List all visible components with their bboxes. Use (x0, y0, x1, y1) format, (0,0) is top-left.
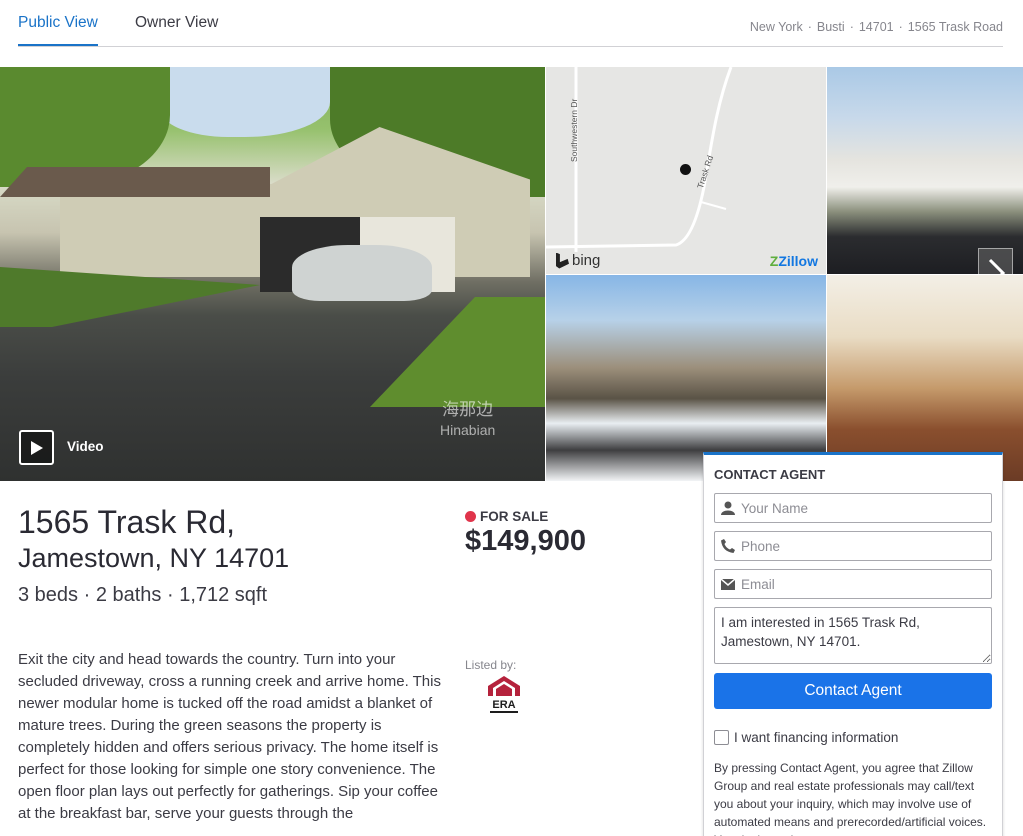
email-input[interactable] (741, 576, 981, 592)
phone-field[interactable] (714, 531, 992, 561)
financing-checkbox[interactable] (714, 730, 729, 745)
photo-gallery: 海那边 Hinabian Video Southwestern Dr Trask… (0, 67, 1023, 481)
watermark-cn: 海那边 (442, 400, 494, 419)
financing-label[interactable]: I want financing information (734, 730, 898, 745)
play-icon (30, 440, 43, 455)
chevron-right-icon (988, 258, 1005, 274)
breadcrumb-zip[interactable]: 14701 (859, 20, 894, 34)
financing-option[interactable]: I want financing information (714, 730, 898, 745)
map-road-label-southwestern: Southwestern Dr (569, 98, 579, 162)
breadcrumb-city[interactable]: Busti (817, 20, 845, 34)
bing-text: bing (572, 252, 601, 269)
person-icon (721, 501, 735, 515)
play-video-button[interactable] (19, 430, 54, 465)
contact-disclaimer: By pressing Contact Agent, you agree tha… (714, 761, 987, 836)
contact-agent-button[interactable]: Contact Agent (714, 673, 992, 709)
zillow-logo: ZZillow (770, 253, 818, 269)
bing-logo: bing (556, 252, 600, 269)
breadcrumb-state[interactable]: New York (750, 20, 803, 34)
status-dot-icon (465, 511, 476, 522)
photo-lawn-right (370, 297, 545, 407)
message-textarea[interactable]: I am interested in 1565 Trask Rd, Jamest… (714, 607, 992, 664)
tab-public-view[interactable]: Public View (18, 14, 98, 46)
photo-roof (0, 167, 270, 197)
contact-agent-panel: CONTACT AGENT I am interested in 1565 Tr… (703, 452, 1003, 836)
gallery-next-button[interactable] (978, 248, 1013, 274)
main-photo[interactable]: 海那边 Hinabian Video (0, 67, 545, 481)
era-text: ERA (492, 699, 515, 711)
name-field[interactable] (714, 493, 992, 523)
address-city: Jamestown, NY 14701 (18, 543, 290, 573)
watermark: 海那边 Hinabian (440, 400, 495, 440)
video-label[interactable]: Video (67, 439, 104, 454)
photo-thumbnail-driveway[interactable] (546, 275, 826, 481)
status-text: FOR SALE (480, 509, 549, 524)
photo-sky (160, 67, 330, 137)
listing-price: $149,900 (465, 525, 586, 557)
phone-icon (721, 539, 735, 553)
name-input[interactable] (741, 500, 981, 516)
listed-by-label: Listed by: (465, 658, 517, 672)
photo-thumbnail-interior[interactable] (827, 275, 1023, 481)
tab-owner-view[interactable]: Owner View (135, 14, 218, 44)
view-tabs: Public View Owner View New York · Busti · 14… (18, 0, 1003, 47)
watermark-en: Hinabian (440, 422, 496, 438)
photo-car (292, 245, 432, 301)
home-facts: 3 beds · 2 baths · 1,712 sqft (18, 584, 268, 606)
breadcrumb-address: 1565 Trask Road (907, 20, 1003, 34)
era-broker-logo[interactable]: ERA (488, 676, 520, 716)
breadcrumb: New York · Busti · 14701 · 1565 Trask Road (749, 20, 1003, 34)
address-street: 1565 Trask Rd, (18, 504, 235, 540)
bing-icon (556, 252, 569, 269)
map-thumbnail[interactable]: Southwestern Dr Trask Rd bing ZZillow (546, 67, 826, 274)
envelope-icon (721, 578, 735, 590)
email-field[interactable] (714, 569, 992, 599)
listing-description: Exit the city and head towards the count… (18, 651, 441, 822)
zillow-text: Zillow (778, 253, 818, 269)
map-location-pin (680, 164, 691, 175)
contact-title: CONTACT AGENT (714, 467, 826, 482)
status-badge: FOR SALE (465, 509, 548, 524)
phone-input[interactable] (741, 538, 981, 554)
photo-thumbnail-exterior[interactable] (827, 67, 1023, 274)
